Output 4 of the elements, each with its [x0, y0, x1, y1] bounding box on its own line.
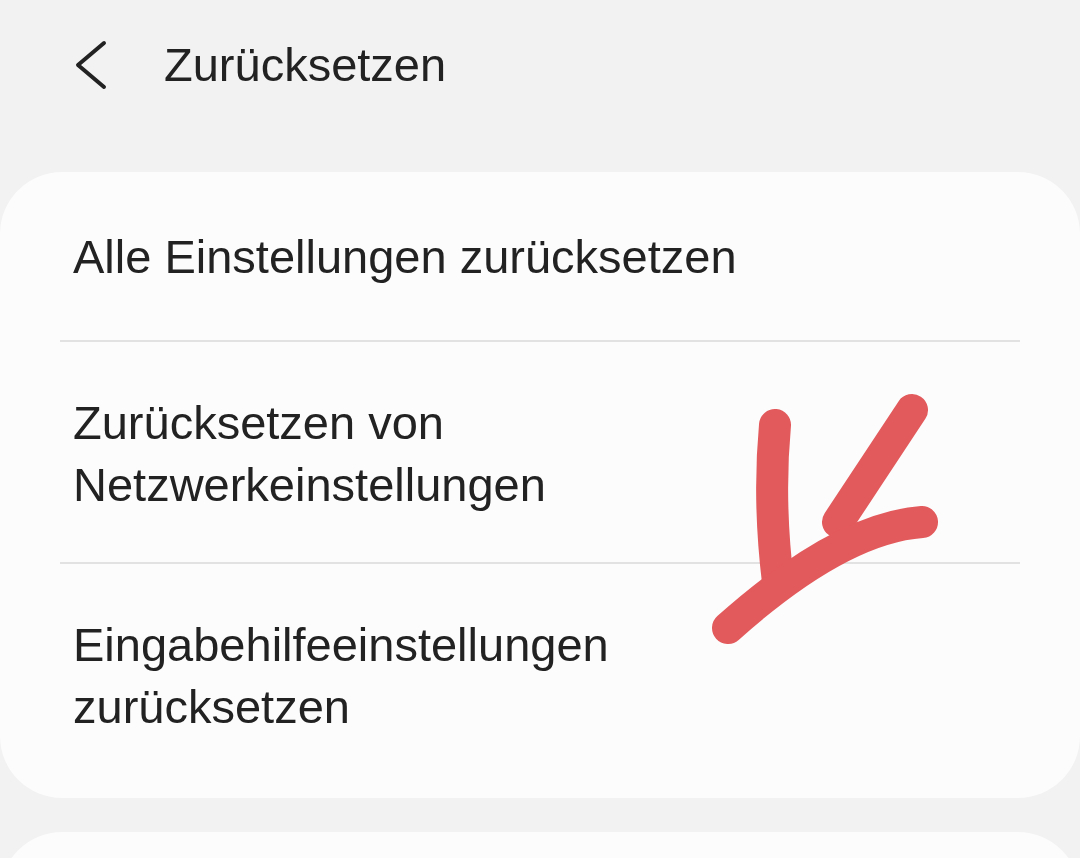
page-title: Zurücksetzen: [164, 36, 447, 92]
settings-item[interactable]: Eingabehilfeeinstellungen zurücksetzen: [0, 564, 1080, 784]
settings-item[interactable]: Zurücksetzen von Netzwerkeinstellungen: [0, 342, 1080, 562]
settings-item[interactable]: Alle Einstellungen zurücksetzen: [0, 172, 1080, 340]
